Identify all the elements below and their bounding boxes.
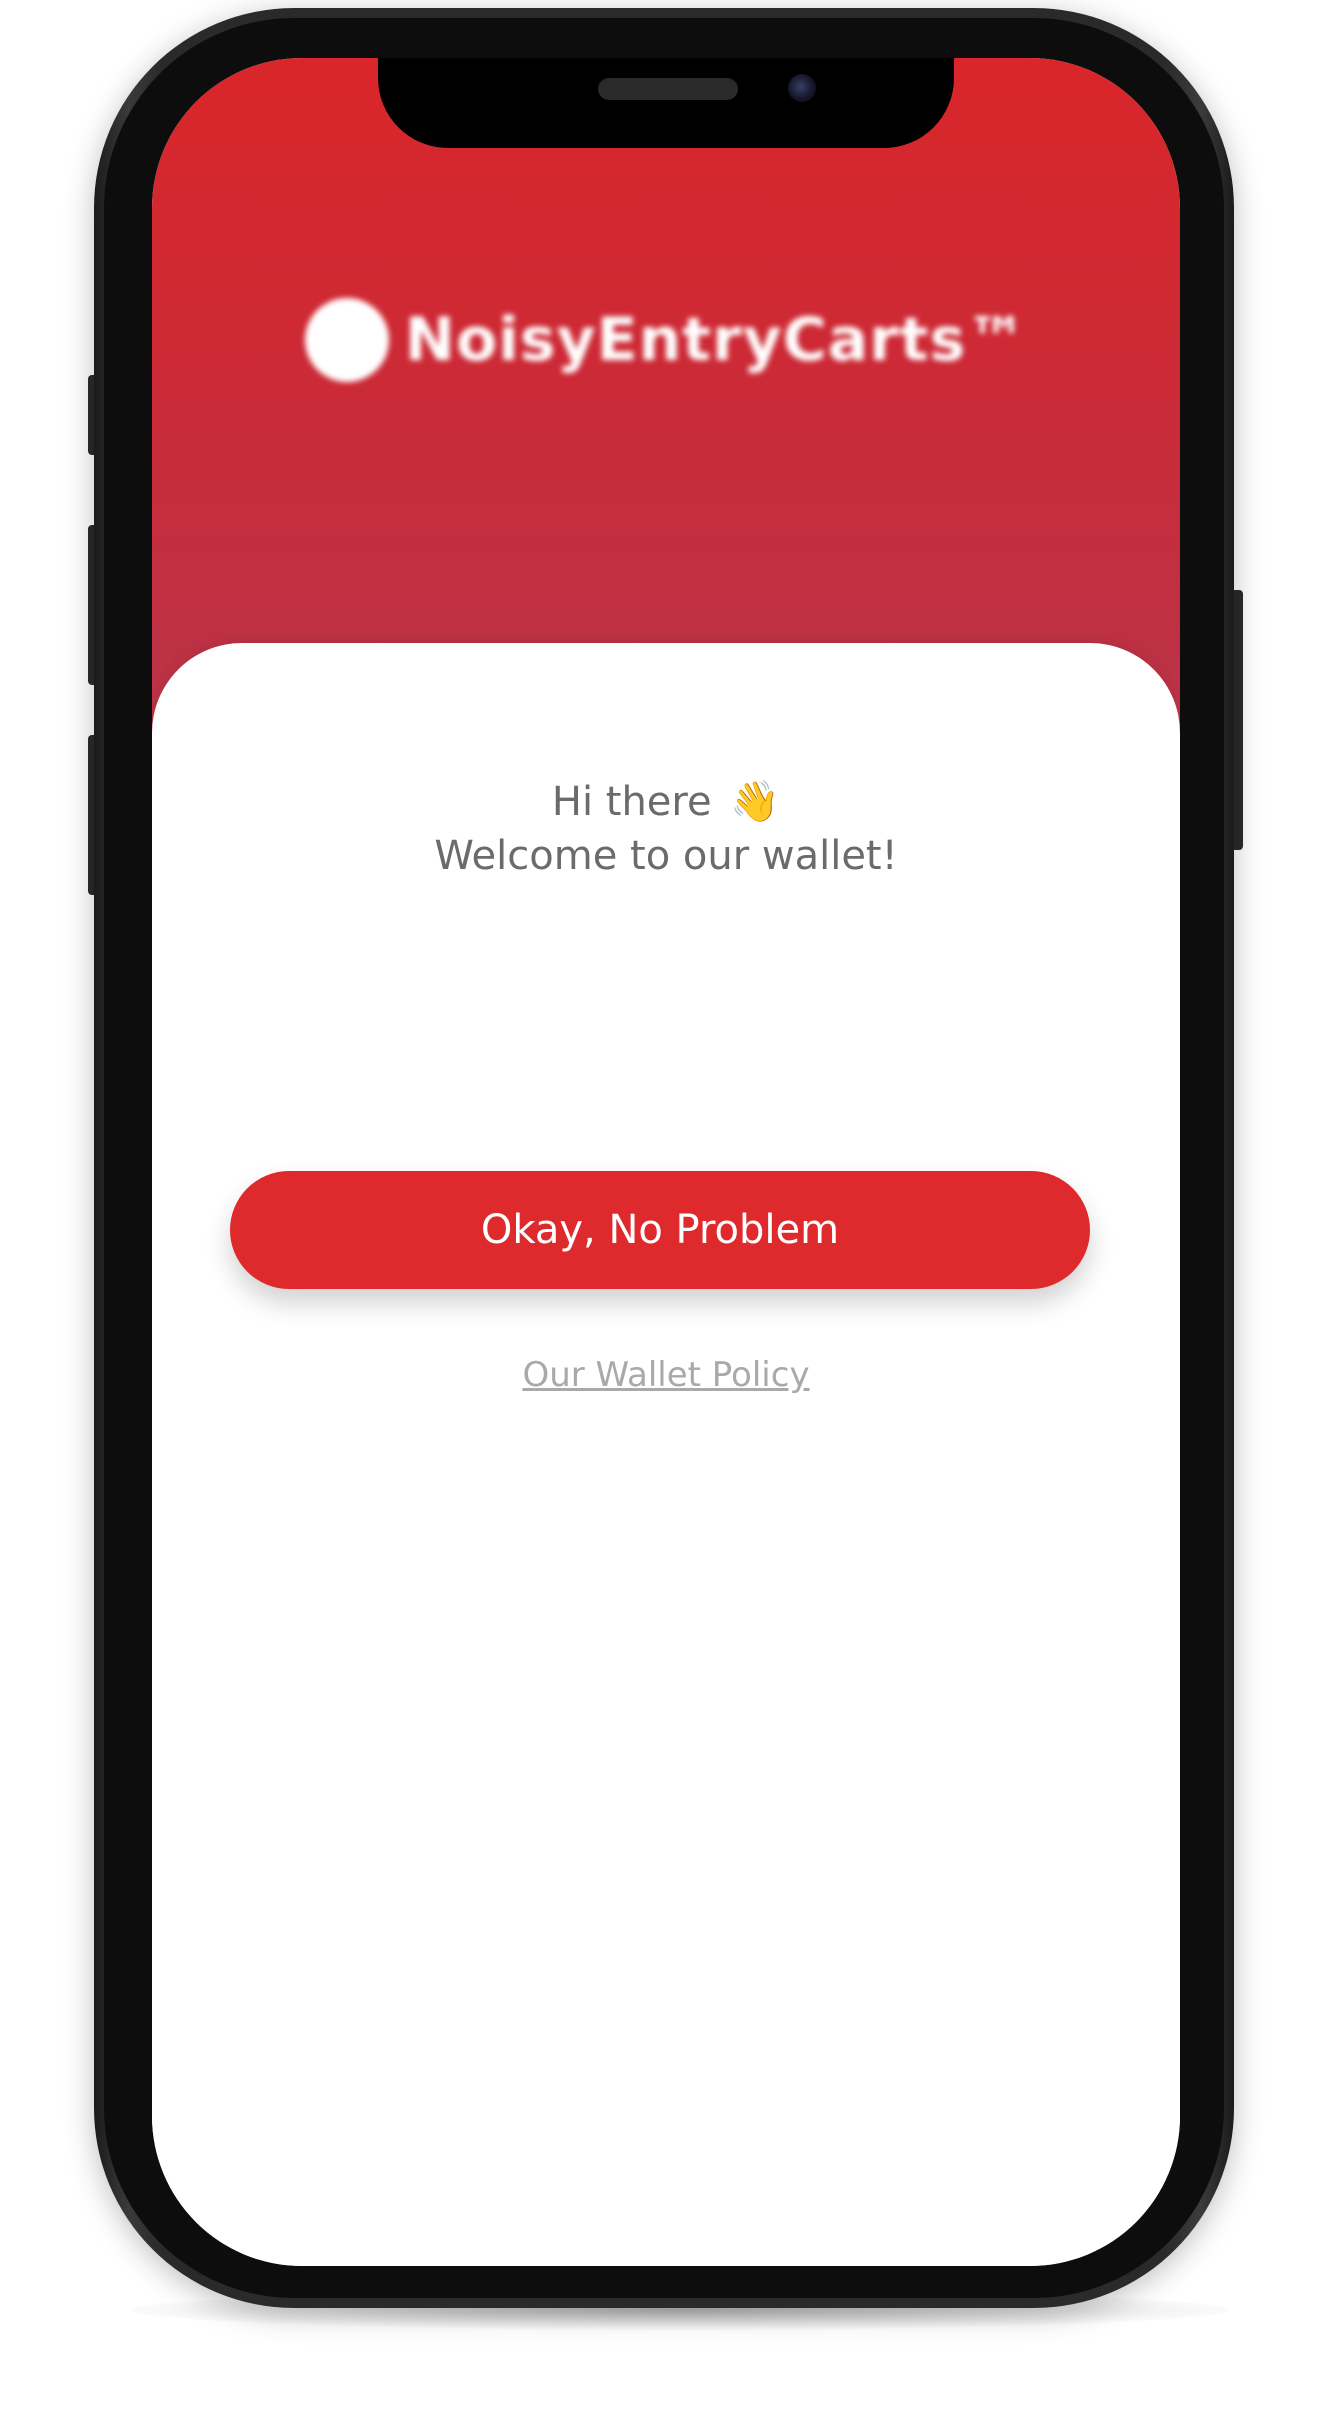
speaker-grille (598, 78, 738, 100)
front-camera-icon (788, 74, 816, 102)
brand-name: NoisyEntryCarts™ (404, 305, 1028, 375)
circle-logo-icon (304, 298, 389, 382)
brand-lockup: NoisyEntryCarts™ (152, 298, 1180, 382)
wallet-policy-link[interactable]: Our Wallet Policy (152, 1355, 1180, 1395)
device-notch (378, 58, 954, 148)
greeting-line: Hi there 👋 (152, 775, 1180, 829)
device-mockup-stage: NoisyEntryCarts™ Hi there 👋 Welcome to o… (0, 0, 1339, 2416)
waving-hand-icon: 👋 (730, 779, 781, 825)
greeting-text: Hi there (551, 779, 712, 825)
phone-screen: NoisyEntryCarts™ Hi there 👋 Welcome to o… (152, 58, 1180, 2266)
welcome-message: Hi there 👋 Welcome to our wallet! (152, 775, 1180, 883)
welcome-subtitle: Welcome to our wallet! (434, 833, 898, 879)
welcome-card: Hi there 👋 Welcome to our wallet! Okay, … (152, 643, 1180, 2266)
okay-no-problem-button[interactable]: Okay, No Problem (230, 1171, 1090, 1289)
